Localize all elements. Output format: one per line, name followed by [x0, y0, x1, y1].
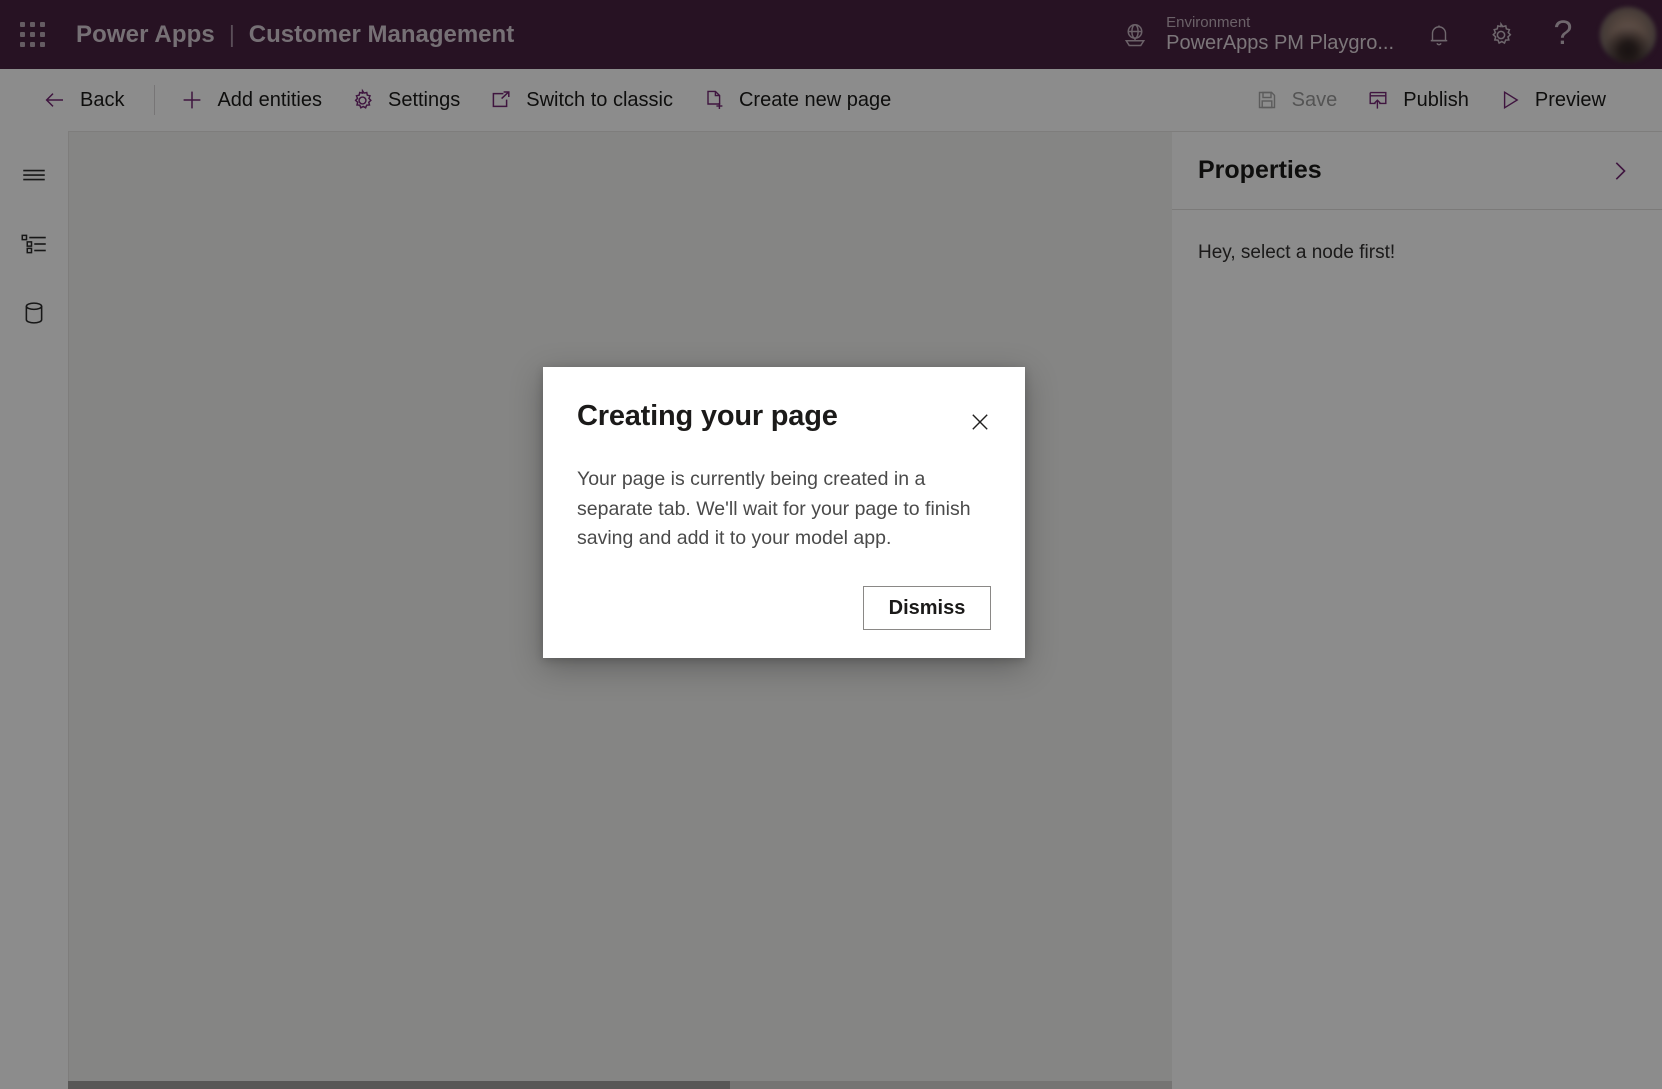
dialog-message: Your page is currently being created in … — [577, 468, 971, 550]
power-apps-model-app-designer: Power Apps | Customer Management Environ… — [0, 0, 1662, 1089]
dialog-header: Creating your page — [577, 400, 991, 439]
dialog-actions: Dismiss — [577, 586, 991, 658]
creating-page-dialog: Creating your page Your page is currentl… — [543, 367, 1025, 658]
dismiss-button[interactable]: Dismiss — [863, 586, 991, 630]
close-icon[interactable] — [963, 405, 997, 439]
dialog-title: Creating your page — [577, 400, 838, 432]
